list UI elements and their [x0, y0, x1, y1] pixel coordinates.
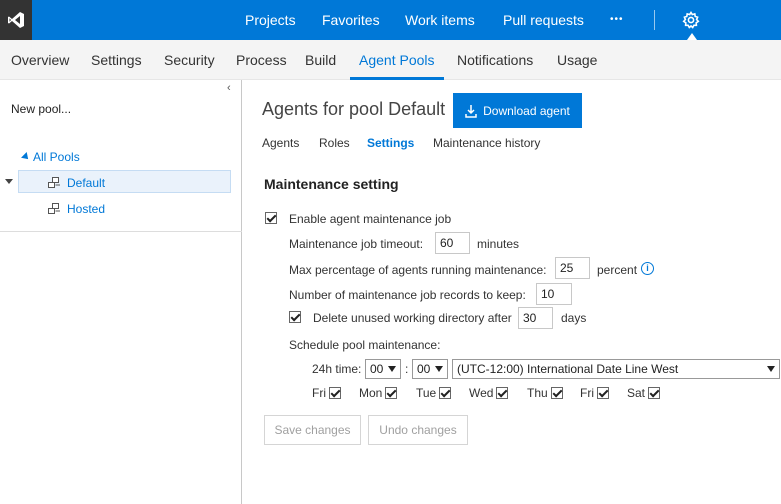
tree-item-hosted[interactable]: Hosted: [48, 202, 105, 216]
download-icon: [465, 104, 477, 118]
expand-arrow-icon[interactable]: [5, 179, 13, 184]
hour-select[interactable]: 00: [365, 359, 401, 379]
day-label: Wed: [469, 386, 494, 400]
collapse-icon[interactable]: ‹: [227, 82, 231, 94]
active-indicator: [687, 33, 697, 40]
info-icon[interactable]: i: [641, 262, 654, 275]
gear-icon[interactable]: [681, 10, 701, 30]
active-tab-underline: [350, 77, 444, 80]
schedule-label: Schedule pool maintenance:: [289, 338, 441, 352]
hour-value: 00: [370, 362, 384, 376]
delete-days-unit: days: [561, 311, 587, 325]
day-checkbox[interactable]: [385, 387, 398, 399]
pool-sidebar: ‹ New pool... All Pools Default Hosted: [0, 80, 242, 504]
tree-all-pools[interactable]: All Pools: [21, 150, 80, 164]
day-checkbox[interactable]: [550, 387, 563, 399]
timeout-unit: minutes: [477, 237, 520, 251]
tab-settings[interactable]: Settings: [91, 40, 142, 80]
pool-icon: [48, 177, 60, 188]
visual-studio-icon: [8, 12, 24, 28]
top-bar: Projects Favorites Work items Pull reque…: [0, 0, 781, 40]
enable-maintenance-checkbox[interactable]: [265, 212, 277, 224]
delete-working-dir-checkbox[interactable]: [289, 311, 301, 323]
minute-value: 00: [417, 362, 431, 376]
nav-separator: [654, 10, 655, 30]
tab-agent-pools[interactable]: Agent Pools: [359, 40, 435, 80]
timezone-select[interactable]: (UTC-12:00) International Date Line West: [452, 359, 780, 379]
day-checkbox[interactable]: [597, 387, 609, 399]
nav-projects[interactable]: Projects: [245, 0, 296, 40]
day-label: Fri: [580, 386, 594, 400]
day-thu[interactable]: Thu: [527, 386, 563, 400]
save-changes-button[interactable]: Save changes: [264, 415, 361, 445]
day-fri-2[interactable]: Fri: [580, 386, 609, 400]
all-pools-label: All Pools: [33, 150, 80, 164]
day-checkbox[interactable]: [496, 387, 509, 399]
chevron-down-icon: [767, 366, 775, 372]
day-label: Tue: [416, 386, 437, 400]
day-checkbox[interactable]: [329, 387, 341, 399]
nav-work-items[interactable]: Work items: [405, 0, 475, 40]
max-percentage-label: Max percentage of agents running mainten…: [289, 263, 547, 277]
sidebar-divider: [0, 231, 242, 232]
time-separator: :: [405, 362, 409, 376]
pool-tab-settings[interactable]: Settings: [367, 136, 414, 150]
day-sat[interactable]: Sat: [627, 386, 661, 400]
enable-maintenance-label: Enable agent maintenance job: [289, 212, 452, 226]
tree-item-default[interactable]: Default: [48, 176, 105, 190]
max-percentage-input[interactable]: 25: [555, 257, 590, 279]
admin-tabs: Overview Settings Security Process Build…: [0, 40, 781, 80]
expanded-icon: [21, 152, 31, 162]
day-label: Thu: [527, 386, 548, 400]
new-pool-button[interactable]: New pool...: [11, 102, 71, 116]
day-label: Fri: [312, 386, 326, 400]
pool-tab-maintenance-history[interactable]: Maintenance history: [433, 136, 540, 150]
max-percentage-unit: percent: [597, 263, 638, 277]
day-label: Mon: [359, 386, 383, 400]
tab-usage[interactable]: Usage: [557, 40, 597, 80]
pool-tab-roles[interactable]: Roles: [319, 136, 350, 150]
tab-notifications[interactable]: Notifications: [457, 40, 533, 80]
vsts-logo[interactable]: [0, 0, 32, 40]
chevron-down-icon: [388, 366, 396, 372]
nav-more-icon[interactable]: •••: [610, 0, 624, 40]
pool-tab-agents[interactable]: Agents: [262, 136, 299, 150]
day-wed[interactable]: Wed: [469, 386, 509, 400]
day-checkbox[interactable]: [648, 387, 661, 399]
page-title: Agents for pool Default: [262, 99, 446, 119]
minute-select[interactable]: 00: [412, 359, 448, 379]
tab-process[interactable]: Process: [236, 40, 287, 80]
day-label: Sat: [627, 386, 646, 400]
nav-pull-requests[interactable]: Pull requests: [503, 0, 584, 40]
tab-overview[interactable]: Overview: [11, 40, 69, 80]
day-checkbox[interactable]: [439, 387, 452, 399]
delete-days-input[interactable]: 30: [518, 307, 553, 329]
nav-favorites[interactable]: Favorites: [322, 0, 380, 40]
timezone-value: (UTC-12:00) International Date Line West: [457, 362, 679, 376]
tab-security[interactable]: Security: [164, 40, 215, 80]
timeout-input[interactable]: 60: [435, 232, 470, 254]
pool-icon: [48, 203, 60, 214]
records-label: Number of maintenance job records to kee…: [289, 288, 526, 302]
section-title: Maintenance setting: [264, 176, 399, 192]
day-fri-1[interactable]: Fri: [312, 386, 341, 400]
delete-working-dir-label: Delete unused working directory after: [313, 311, 512, 325]
time-label: 24h time:: [312, 362, 362, 376]
records-input[interactable]: 10: [536, 283, 572, 305]
download-agent-button[interactable]: Download agent: [453, 93, 582, 128]
chevron-down-icon: [435, 366, 443, 372]
pool-label-default: Default: [67, 176, 106, 190]
day-tue[interactable]: Tue: [416, 386, 452, 400]
undo-changes-button[interactable]: Undo changes: [368, 415, 468, 445]
timeout-label: Maintenance job timeout:: [289, 237, 424, 251]
pool-label-hosted: Hosted: [67, 202, 106, 216]
download-agent-label: Download agent: [483, 103, 570, 118]
tab-build[interactable]: Build: [305, 40, 336, 80]
day-mon[interactable]: Mon: [359, 386, 398, 400]
